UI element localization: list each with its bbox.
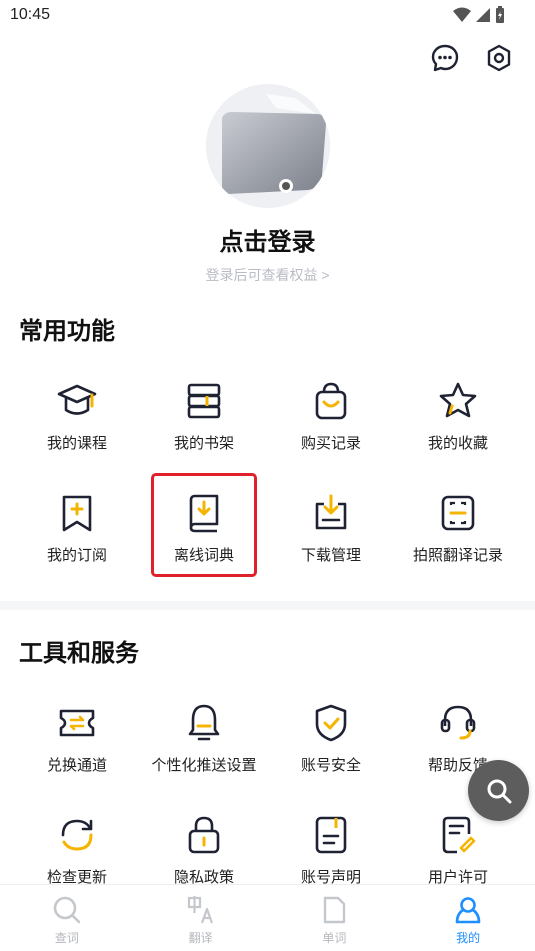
- battery-icon: [496, 6, 504, 23]
- profile-header: 点击登录 登录后可查看权益 >: [0, 84, 535, 285]
- nav-item-mine[interactable]: 我的: [401, 885, 535, 951]
- grid-item-label: 我的订阅: [46, 547, 107, 564]
- grid-item-label: 购买记录: [300, 435, 361, 452]
- status-icons: [453, 6, 505, 24]
- bottom-nav: 查词 翻译 单词 我的: [0, 884, 535, 951]
- document-icon: [315, 816, 347, 854]
- nav-label: 翻译: [188, 931, 213, 945]
- grid-item-label: 拍照翻译记录: [412, 547, 503, 564]
- grid-item-label: 个性化推送设置: [151, 757, 257, 774]
- shopping-bag-icon: [315, 382, 347, 420]
- grid-item-label: 下载管理: [300, 547, 361, 564]
- top-actions: [429, 42, 515, 74]
- word-card-icon: [324, 896, 346, 924]
- nav-label: 单词: [322, 931, 347, 945]
- scan-frame-icon: [441, 495, 475, 531]
- wifi-icon: [453, 7, 471, 22]
- section-title-common: 常用功能: [19, 318, 115, 345]
- floating-search-button[interactable]: [468, 760, 529, 821]
- search-icon: [487, 779, 511, 803]
- profile-icon: [455, 897, 481, 924]
- bookshelf-icon: [187, 383, 221, 419]
- gear-icon: [487, 44, 511, 72]
- grid-item-label: 我的课程: [46, 435, 107, 452]
- settings-button[interactable]: [483, 42, 515, 74]
- search-icon: [53, 896, 81, 924]
- grid-item-label: 我的书架: [173, 435, 234, 452]
- headset-icon: [440, 705, 476, 740]
- lock-icon: [188, 816, 220, 854]
- grid-item-purchase-history[interactable]: 购买记录: [267, 380, 395, 480]
- license-icon: [442, 816, 476, 854]
- grid-item-my-favorites[interactable]: 我的收藏: [394, 380, 522, 480]
- refresh-icon: [61, 819, 93, 851]
- grid-item-photo-translation-history[interactable]: 拍照翻译记录: [394, 492, 522, 592]
- grid-item-redeem-channel[interactable]: 兑换通道: [13, 702, 141, 802]
- avatar[interactable]: [205, 84, 330, 208]
- nav-item-lookup[interactable]: 查词: [0, 885, 134, 951]
- login-button[interactable]: 点击登录: [0, 222, 535, 257]
- default-avatar-icon: [205, 84, 330, 208]
- download-tray-icon: [315, 494, 347, 530]
- bell-icon: [188, 704, 220, 741]
- grid-item-my-courses[interactable]: 我的课程: [13, 380, 141, 480]
- status-time: 10:45: [10, 6, 51, 23]
- status-bar: 10:45: [0, 0, 535, 32]
- nav-item-translate[interactable]: 翻译: [134, 885, 268, 951]
- grid-item-my-subscriptions[interactable]: 我的订阅: [13, 492, 141, 592]
- grid-item-label: 我的收藏: [427, 435, 488, 452]
- chat-bubble-icon: [431, 44, 459, 72]
- message-button[interactable]: [429, 42, 461, 74]
- grid-item-label: 账号安全: [300, 757, 361, 774]
- nav-label: 查词: [54, 931, 79, 945]
- star-icon: [439, 382, 477, 418]
- signal-icon: [476, 8, 490, 22]
- graduation-cap-icon: [57, 384, 97, 415]
- section-divider: [0, 601, 535, 610]
- shield-check-icon: [315, 704, 347, 742]
- bookmark-add-icon: [62, 495, 92, 532]
- grid-item-download-manager[interactable]: 下载管理: [267, 492, 395, 592]
- translate-icon: [187, 896, 213, 924]
- nav-label: 我的: [456, 931, 481, 945]
- grid-item-label: 兑换通道: [46, 757, 107, 774]
- highlight-box: [151, 473, 257, 577]
- login-benefits-link[interactable]: 登录后可查看权益 >: [0, 265, 535, 285]
- grid-item-my-bookshelf[interactable]: 我的书架: [140, 380, 268, 480]
- ticket-exchange-icon: [59, 709, 95, 737]
- grid-item-account-security[interactable]: 账号安全: [267, 702, 395, 802]
- nav-item-words[interactable]: 单词: [268, 885, 402, 951]
- section-title-tools: 工具和服务: [19, 640, 139, 667]
- grid-item-push-settings[interactable]: 个性化推送设置: [140, 702, 268, 802]
